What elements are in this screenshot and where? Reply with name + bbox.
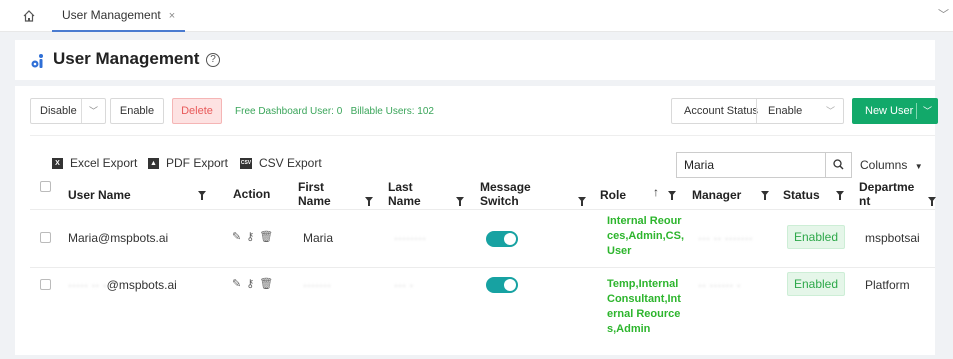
delete-button[interactable]: Delete	[172, 98, 222, 124]
divider	[756, 99, 757, 123]
filter-icon[interactable]	[578, 197, 586, 206]
chevron-down-icon: ﹀	[89, 106, 99, 116]
close-icon[interactable]: ×	[169, 10, 175, 22]
divider	[81, 99, 82, 123]
user-name-cell: Maria@mspbots.ai	[68, 231, 169, 245]
page-header: User Management ?	[15, 40, 935, 80]
csv-export-label: CSV Export	[259, 156, 322, 170]
csv-export-button[interactable]: CSV CSV Export	[240, 156, 322, 170]
account-status-select[interactable]: Account Status Enable ﹀	[671, 98, 844, 124]
excel-icon: X	[52, 157, 63, 169]
row-actions: ✎⚷🗑	[232, 277, 278, 290]
filter-icon[interactable]	[928, 197, 936, 206]
header-message-switch[interactable]: Message Switch	[480, 180, 531, 208]
header-status[interactable]: Status	[783, 188, 820, 202]
status-badge: Enabled	[787, 272, 845, 296]
home-icon[interactable]	[22, 9, 36, 23]
help-icon[interactable]: ?	[206, 53, 220, 67]
row-checkbox[interactable]	[40, 279, 51, 290]
message-switch-toggle[interactable]	[486, 277, 518, 293]
chevron-down-icon[interactable]: ﹀	[923, 99, 932, 123]
header-department[interactable]: Departme nt	[859, 180, 914, 208]
department-cell: Platform	[865, 278, 910, 292]
tab-bar: User Management × ﹀	[0, 0, 953, 32]
filter-icon[interactable]	[456, 197, 464, 206]
first-name-cell: Maria	[303, 231, 334, 245]
pdf-export-label: PDF Export	[166, 156, 229, 170]
trash-icon[interactable]: 🗑	[259, 278, 278, 290]
manager-cell: ·· ······ ·	[698, 278, 741, 292]
chevron-down-icon: ﹀	[826, 106, 836, 116]
header-user-name[interactable]: User Name	[68, 188, 131, 202]
last-name-cell: ··· ·	[394, 278, 414, 292]
pdf-export-button[interactable]: ▲ PDF Export	[148, 156, 228, 170]
trash-icon[interactable]: 🗑	[259, 231, 278, 243]
filter-icon[interactable]	[365, 197, 373, 206]
new-user-button[interactable]: New User ﹀	[852, 98, 938, 124]
manager-cell: ··· ·· ·······	[698, 231, 753, 245]
tab-user-management[interactable]: User Management ×	[52, 0, 186, 32]
enable-button[interactable]: Enable	[110, 98, 164, 124]
excel-export-button[interactable]: X Excel Export	[52, 156, 137, 170]
account-status-label: Account Status	[684, 105, 758, 117]
table-row[interactable]: Maria@mspbots.ai ✎⚷🗑 Maria ········ Inte…	[30, 211, 935, 268]
role-cell: Temp,Internal Consultant,Internal Reourc…	[607, 278, 681, 335]
columns-dropdown[interactable]: Columns ▼	[860, 158, 923, 172]
caret-down-icon: ▼	[914, 162, 923, 171]
user-name-domain: @mspbots.ai	[106, 278, 177, 292]
divider	[916, 103, 917, 119]
key-icon[interactable]: ⚷	[246, 278, 259, 290]
header-action: Action	[233, 187, 271, 201]
search-input[interactable]: Maria	[676, 152, 852, 178]
csv-icon: CSV	[240, 157, 252, 169]
new-user-label: New User	[865, 105, 914, 117]
user-name-prefix: ····· ·· ·	[68, 278, 107, 292]
pdf-icon: ▲	[148, 157, 159, 169]
select-all-checkbox[interactable]	[40, 181, 51, 192]
key-icon[interactable]: ⚷	[246, 231, 259, 243]
account-status-value: Enable	[768, 105, 803, 117]
disable-dropdown[interactable]: Disable ﹀	[30, 98, 106, 124]
message-switch-toggle[interactable]	[486, 231, 518, 247]
row-actions: ✎⚷🗑	[232, 230, 278, 243]
edit-icon[interactable]: ✎	[232, 231, 246, 243]
last-name-cell: ········	[394, 231, 426, 245]
excel-export-label: Excel Export	[70, 156, 138, 170]
filter-icon[interactable]	[836, 191, 844, 200]
page-title: User Management	[53, 49, 200, 68]
columns-label: Columns	[860, 158, 908, 172]
search-icon[interactable]	[825, 153, 851, 177]
header-manager[interactable]: Manager	[692, 188, 741, 202]
edit-icon[interactable]: ✎	[232, 278, 246, 290]
filter-icon[interactable]	[668, 191, 676, 200]
user-count-info: Free Dashboard User: 0 Billable Users: 1…	[235, 106, 434, 117]
first-name-cell: ·······	[303, 278, 331, 292]
table-row[interactable]: ····· ·· ·@mspbots.ai ✎⚷🗑 ······· ··· · …	[30, 269, 935, 359]
chevron-down-icon[interactable]: ﹀	[938, 6, 949, 22]
disable-label: Disable	[40, 105, 77, 117]
user-management-icon	[31, 54, 43, 68]
tab-label: User Management	[62, 8, 161, 22]
user-name-cell: ····· ·· ·@mspbots.ai	[68, 278, 177, 292]
sort-asc-icon[interactable]: ↑	[653, 185, 659, 199]
table-header: User Name Action First Name Last Name Me…	[30, 178, 936, 210]
header-first-name[interactable]: First Name	[298, 180, 331, 208]
header-role[interactable]: Role	[600, 188, 626, 202]
department-cell: mspbotsai	[865, 231, 920, 245]
search-value: Maria	[684, 158, 715, 172]
filter-icon[interactable]	[198, 191, 206, 200]
divider	[30, 135, 935, 136]
status-badge: Enabled	[787, 225, 845, 249]
header-last-name[interactable]: Last Name	[388, 180, 421, 208]
role-cell: Internal Reources,Admin,CS,User	[607, 215, 685, 257]
filter-icon[interactable]	[761, 191, 769, 200]
row-checkbox[interactable]	[40, 232, 51, 243]
